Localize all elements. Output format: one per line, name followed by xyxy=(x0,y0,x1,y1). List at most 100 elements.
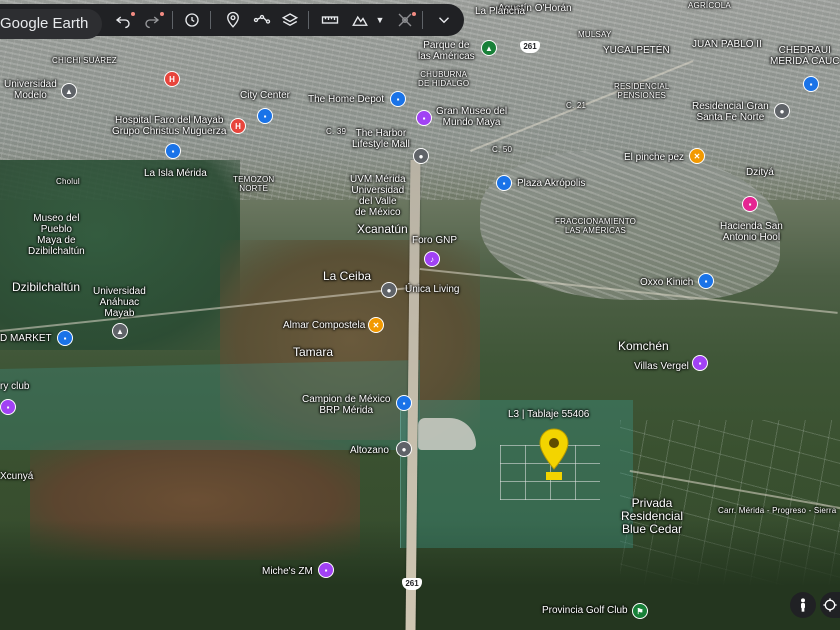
place-label: Única Living xyxy=(405,284,460,295)
place-label: Hacienda San Antonio Hool xyxy=(720,221,783,243)
place-label: Tamara xyxy=(293,345,334,359)
hotel-pin-icon[interactable]: ▪ xyxy=(742,196,758,212)
hospital-pin-icon[interactable]: H xyxy=(230,118,246,134)
place-label: Universidad Anáhuac Mayab xyxy=(93,286,146,319)
place-label: La Plancha xyxy=(475,6,526,17)
place-label: Miche's ZM xyxy=(262,566,313,577)
road-label: C. 50 xyxy=(492,145,513,154)
place-label: Plaza Akrópolis xyxy=(517,178,586,189)
shopping-pin-icon[interactable]: ▪ xyxy=(390,91,406,107)
divider xyxy=(308,11,309,29)
road-label: C. 39 xyxy=(326,127,347,136)
google-earth-logo[interactable]: Google Earth xyxy=(0,9,103,39)
school-pin-icon[interactable]: ▲ xyxy=(112,323,128,339)
road-label: C. 21 xyxy=(566,101,587,110)
place-label: Foro GNP xyxy=(412,235,458,246)
placemark-label: L3 | Tablaje 55406 xyxy=(508,409,590,420)
shopping-pin-icon[interactable]: ▪ xyxy=(257,108,273,124)
place-label: Parque de las Américas xyxy=(418,40,475,62)
place-pin-icon[interactable]: ● xyxy=(381,282,397,298)
place-label: Cholul xyxy=(56,177,80,186)
path-icon[interactable] xyxy=(250,8,274,32)
place-label: El pinche pez xyxy=(624,152,685,163)
place-label: FRACCIONAMIENTO LAS AMÉRICAS xyxy=(555,217,637,235)
place-pin-icon[interactable]: ▪ xyxy=(0,399,16,415)
park-pin-icon[interactable]: ▲ xyxy=(481,40,497,56)
divider xyxy=(422,11,423,29)
place-pin-icon[interactable]: ▪ xyxy=(318,562,334,578)
place-label: Dzibilchaltún xyxy=(12,280,81,294)
place-label: The Home Depot xyxy=(308,94,385,105)
place-label: UVM Mérida Universidad del Valle de Méxi… xyxy=(350,174,406,218)
layers-icon[interactable] xyxy=(278,8,302,32)
place-label: JUAN PABLO II xyxy=(692,39,762,50)
placemark-marker-icon[interactable] xyxy=(538,428,570,470)
place-label: Dzityá xyxy=(746,167,774,178)
notification-dot xyxy=(412,12,416,16)
place-label: CHUBURNA DE HIDALGO xyxy=(418,70,470,88)
notification-dot xyxy=(160,12,164,16)
place-label: City Center xyxy=(240,90,291,101)
placemark-icon[interactable] xyxy=(221,8,245,32)
selected-lot[interactable] xyxy=(546,472,562,480)
shopping-pin-icon[interactable]: ▪ xyxy=(165,143,181,159)
place-label: Almar Compostela xyxy=(283,320,366,331)
museum-pin-icon[interactable]: ▪ xyxy=(416,110,432,126)
place-label: Provincia Golf Club xyxy=(542,605,628,616)
place-label: Gran Museo del Mundo Maya xyxy=(436,106,508,128)
place-label: Altozano xyxy=(350,445,389,456)
place-label: Residencial Gran Santa Fe Norte xyxy=(692,101,769,123)
place-label: Universidad Modelo xyxy=(4,79,57,101)
place-label: Privada Residencial Blue Cedar xyxy=(621,496,684,536)
place-label: D MARKET xyxy=(0,333,52,344)
place-label: Xcanatún xyxy=(357,222,408,236)
place-label: La Isla Mérida xyxy=(144,168,207,179)
shopping-pin-icon[interactable]: ▪ xyxy=(57,330,73,346)
divider xyxy=(172,11,173,29)
shopping-pin-icon[interactable]: ▪ xyxy=(803,76,819,92)
shopping-pin-icon[interactable]: ▪ xyxy=(396,395,412,411)
notification-dot xyxy=(131,12,135,16)
place-label: Komchén xyxy=(618,339,669,353)
music-pin-icon[interactable]: ♪ xyxy=(424,251,440,267)
place-pin-icon[interactable]: ● xyxy=(413,148,429,164)
restaurant-pin-icon[interactable]: ✕ xyxy=(689,148,705,164)
history-icon[interactable] xyxy=(180,8,204,32)
restaurant-pin-icon[interactable]: ✕ xyxy=(368,317,384,333)
place-label: CHICHI SUÁREZ xyxy=(52,56,117,65)
place-pin-icon[interactable]: ● xyxy=(396,441,412,457)
hospital-pin-icon[interactable]: H xyxy=(164,71,180,87)
place-label: ry club xyxy=(0,381,30,392)
place-label: TEMOZON NORTE xyxy=(233,175,275,193)
chevron-down-icon[interactable] xyxy=(432,8,456,32)
place-label: Villas Vergel xyxy=(634,361,689,372)
place-label: Museo del Pueblo Maya de Dzibilchaltún xyxy=(28,213,85,257)
place-label: Campion de México BRP Mérida xyxy=(302,394,391,416)
dropdown-caret-icon[interactable]: ▼ xyxy=(368,8,392,32)
place-label: RESIDENCIAL PENSIONES xyxy=(614,82,670,100)
compass-icon[interactable] xyxy=(820,592,840,618)
measure-icon[interactable] xyxy=(318,8,342,32)
road-shield: 261 xyxy=(520,41,540,53)
place-label: The Harbor Lifestyle Mall xyxy=(352,128,410,150)
school-pin-icon[interactable]: ▲ xyxy=(61,83,77,99)
divider xyxy=(210,11,211,29)
place-label: MULSAY xyxy=(578,30,612,39)
street-view-pegman-icon[interactable] xyxy=(790,592,816,618)
place-label: CHEDRAUI MERIDA CAUC xyxy=(770,45,840,67)
place-label: YUCALPETÉN xyxy=(603,45,670,56)
road-shield: 261 xyxy=(402,578,422,590)
shopping-pin-icon[interactable]: ▪ xyxy=(496,175,512,191)
golf-pin-icon[interactable]: ⚑ xyxy=(632,603,648,619)
place-label: Xcunyá xyxy=(0,471,34,482)
place-pin-icon[interactable]: ▪ xyxy=(692,355,708,371)
road-label: Carr. Mérida - Progreso - Sierra xyxy=(718,506,837,515)
place-label: La Ceiba xyxy=(323,269,372,283)
place-label: AGRÍCOLA xyxy=(688,1,731,10)
place-pin-icon[interactable]: ● xyxy=(774,103,790,119)
satellite-map[interactable]: CHICHI SUÁREZ Agustín O'Horán La Plancha… xyxy=(0,0,840,630)
store-pin-icon[interactable]: ▪ xyxy=(698,273,714,289)
place-label: Hospital Faro del Mayab Grupo Christus M… xyxy=(112,115,227,137)
place-label: Oxxo Kinich xyxy=(640,277,694,288)
top-toolbar: Google Earth ▼ xyxy=(0,4,464,39)
